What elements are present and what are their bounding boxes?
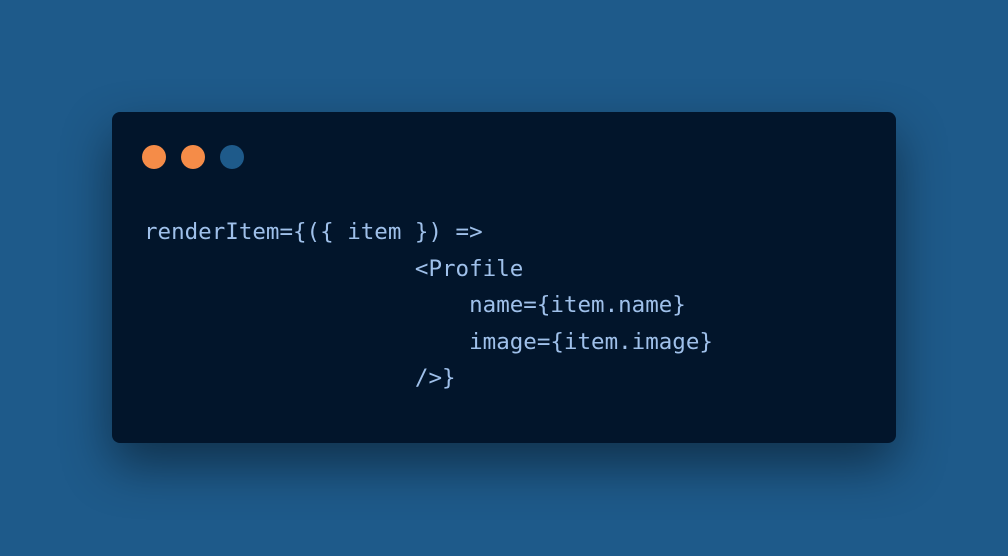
code-window: renderItem={({ item }) => <Profile name=… xyxy=(112,112,896,443)
maximize-dot-icon[interactable] xyxy=(220,145,244,169)
code-line: />} xyxy=(144,365,456,391)
minimize-dot-icon[interactable] xyxy=(181,145,205,169)
code-block: renderItem={({ item }) => <Profile name=… xyxy=(144,214,713,397)
window-controls xyxy=(142,145,244,169)
code-line: <Profile xyxy=(144,255,524,282)
code-line: image={item.image} xyxy=(144,328,713,355)
code-line: renderItem={({ item }) => xyxy=(144,219,483,245)
close-dot-icon[interactable] xyxy=(142,145,166,169)
code-line: name={item.name} xyxy=(144,292,686,318)
